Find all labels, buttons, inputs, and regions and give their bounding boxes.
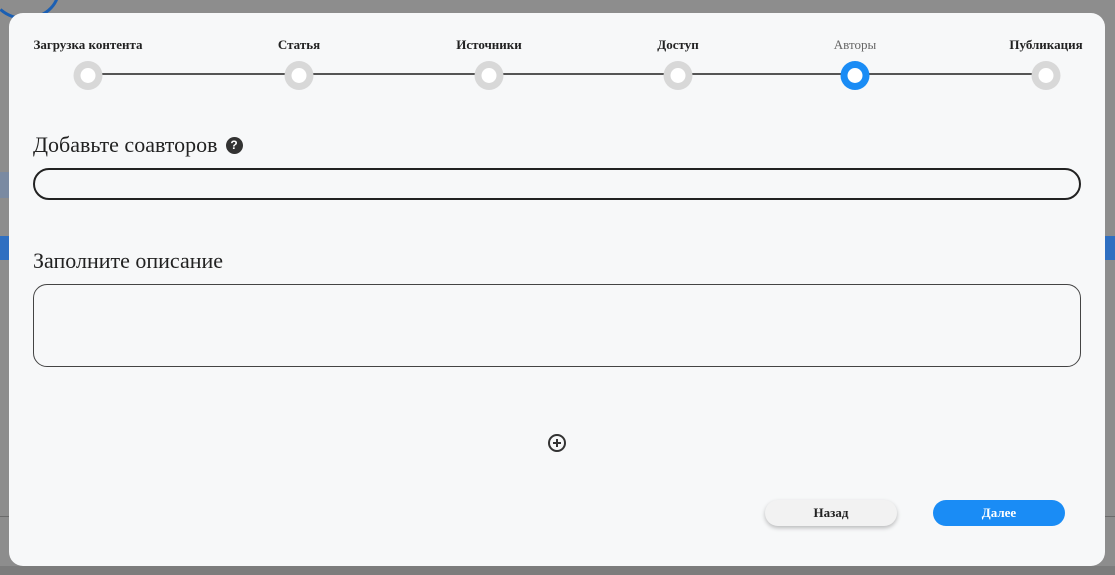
wizard-stepper: Загрузка контента Статья Источники Досту… xyxy=(9,13,1105,113)
step-indicator xyxy=(284,61,314,90)
step-indicator xyxy=(73,61,103,90)
question-mark-icon[interactable]: ? xyxy=(225,137,243,154)
step-label: Статья xyxy=(277,37,321,52)
step-indicator xyxy=(663,61,693,90)
step-label: Доступ xyxy=(657,37,699,52)
publish-wizard-dialog: Загрузка контента Статья Источники Досту… xyxy=(9,13,1105,566)
step-label: Публикация xyxy=(1009,37,1083,52)
description-heading: Заполните описание xyxy=(33,248,224,273)
next-button[interactable]: Далее xyxy=(933,500,1065,526)
step-indicator xyxy=(474,61,504,90)
background-sidebar-item xyxy=(0,172,9,198)
description-textarea[interactable] xyxy=(33,284,1081,367)
step-indicator-active xyxy=(840,61,870,90)
background-footer xyxy=(0,566,1115,575)
plus-circle-icon[interactable] xyxy=(548,434,566,452)
back-button[interactable]: Назад xyxy=(765,500,897,526)
coauthors-heading: Добавьте соавторов? xyxy=(33,132,243,158)
step-indicator xyxy=(1031,61,1061,90)
coauthors-title: Добавьте соавторов xyxy=(33,132,218,157)
step-label: Источники xyxy=(456,37,522,52)
coauthors-input[interactable] xyxy=(33,168,1081,200)
step-label: Авторы xyxy=(833,37,877,52)
step-label: Загрузка контента xyxy=(33,37,143,52)
stepper-line xyxy=(88,73,1046,75)
